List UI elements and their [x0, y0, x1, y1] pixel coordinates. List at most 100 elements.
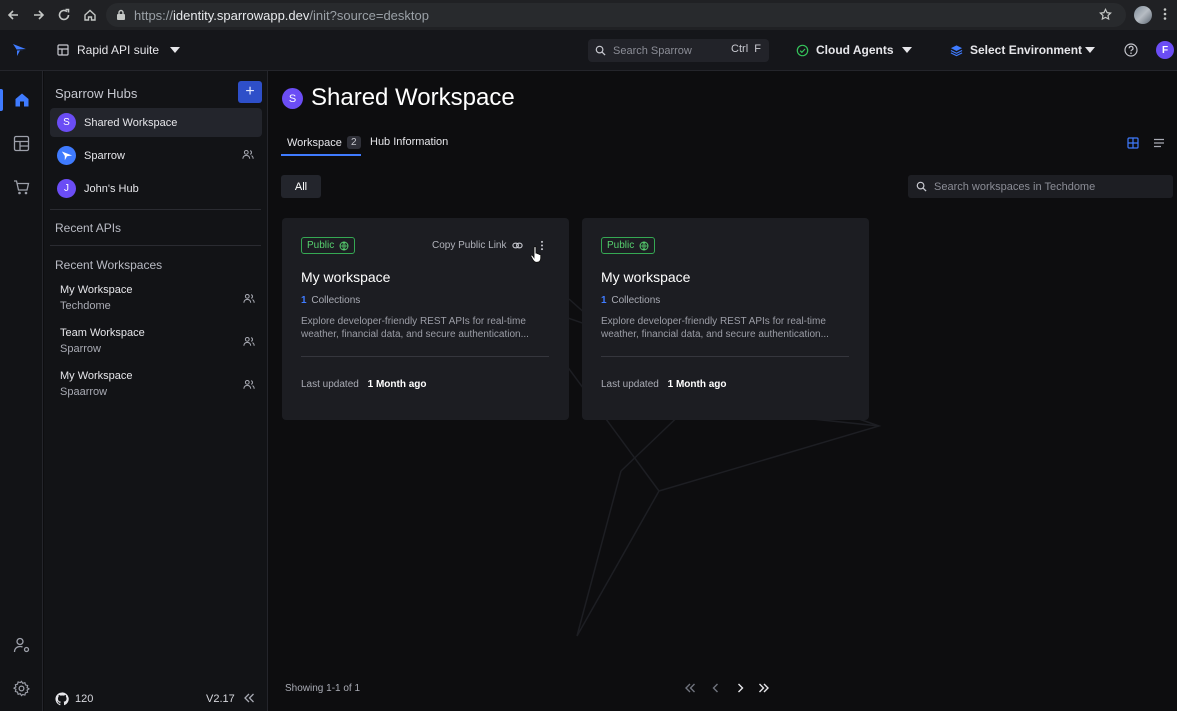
bookmark-star-icon[interactable]	[1099, 8, 1112, 21]
globe-icon	[639, 241, 649, 251]
collections-label: Collections	[611, 295, 661, 306]
public-badge-label: Public	[307, 240, 335, 251]
tab-label: Hub Information	[370, 136, 449, 148]
pagination-summary: Showing 1-1 of 1	[285, 683, 361, 694]
cart-icon	[14, 179, 30, 194]
rail-marketplace[interactable]	[0, 170, 43, 204]
main-content: S Shared Workspace Workspace 2 Hub Infor…	[269, 71, 1177, 711]
suite-icon	[57, 44, 69, 56]
add-hub-button[interactable]: +	[238, 81, 262, 103]
recent-workspace-item[interactable]: Team Workspace Sparrow	[60, 327, 260, 355]
last-page-icon[interactable]	[758, 682, 770, 694]
recent-workspace-item[interactable]: My Workspace Techdome	[60, 284, 260, 312]
environment-label: Select Environment	[970, 43, 1083, 57]
tab-hub-information[interactable]: Hub Information	[370, 136, 448, 148]
layout-grid-icon	[13, 135, 30, 151]
updated-value: 1 Month ago	[667, 379, 727, 390]
rail-settings[interactable]	[0, 671, 43, 705]
hub-label: John's Hub	[84, 182, 139, 195]
workspace-card[interactable]: Public My workspace 1 Collections Explor…	[582, 218, 869, 420]
divider	[50, 209, 261, 210]
list-view-icon[interactable]	[1153, 137, 1165, 149]
workspace-search-input[interactable]: Search workspaces in Techdome	[908, 175, 1173, 198]
people-icon	[243, 379, 255, 390]
card-collections: 1 Collections	[301, 295, 360, 306]
recent-workspace-name: Team Workspace	[60, 327, 145, 339]
suite-selector[interactable]: Rapid API suite	[57, 43, 159, 57]
browser-bar: https://identity.sparrowapp.dev/init?sou…	[0, 0, 1177, 30]
filter-all-button[interactable]: All	[281, 175, 321, 198]
environment-dropdown-caret[interactable]	[1085, 47, 1095, 53]
card-description: Explore developer-friendly REST APIs for…	[301, 316, 529, 340]
app-version: V2.17	[206, 693, 235, 705]
cloud-agents-selector[interactable]: Cloud Agents	[796, 43, 894, 57]
environment-selector[interactable]: Select Environment	[950, 43, 1082, 57]
tab-label: Workspace	[287, 136, 342, 149]
url-path: /init?source=desktop	[309, 7, 429, 23]
url-host: identity.sparrowapp.dev	[173, 7, 310, 23]
card-title: My workspace	[301, 269, 391, 285]
reload-icon[interactable]	[51, 0, 77, 30]
rail-team[interactable]	[0, 628, 43, 662]
hub-item-shared-workspace[interactable]: S Shared Workspace	[50, 108, 262, 137]
user-settings-icon	[13, 637, 29, 653]
collections-label: Collections	[311, 295, 361, 306]
recent-workspace-item[interactable]: My Workspace Spaarrow	[60, 370, 260, 398]
public-badge: Public	[301, 237, 356, 254]
sparrow-hub-logo-icon	[57, 146, 76, 165]
public-badge-label: Public	[607, 240, 635, 251]
previous-page-icon[interactable]	[710, 682, 722, 694]
divider	[301, 356, 549, 357]
github-link[interactable]: 120	[55, 692, 93, 706]
recent-workspace-name: My Workspace	[60, 370, 133, 382]
lock-icon	[116, 9, 126, 21]
recent-workspace-name: My Workspace	[60, 284, 133, 296]
copy-public-link-button[interactable]: Copy Public Link	[432, 240, 524, 251]
next-page-icon[interactable]	[734, 682, 746, 694]
updated-label: Last updated	[601, 379, 659, 390]
recent-apis-title[interactable]: Recent APIs	[55, 221, 121, 235]
hub-avatar: S	[282, 88, 303, 109]
cloud-agents-label: Cloud Agents	[816, 43, 894, 57]
help-icon[interactable]	[1124, 43, 1138, 57]
recent-workspace-hub: Sparrow	[60, 343, 101, 355]
workspace-card[interactable]: Public Copy Public Link My workspace 1 C…	[282, 218, 569, 420]
rail-home[interactable]	[0, 83, 43, 117]
collections-count: 1	[601, 295, 607, 306]
tab-workspace[interactable]: Workspace 2	[287, 136, 361, 149]
hub-sidebar: Sparrow Hubs + S Shared Workspace Sparro…	[44, 71, 268, 711]
first-page-icon[interactable]	[684, 682, 696, 694]
sparrow-logo-icon[interactable]	[12, 42, 28, 57]
hub-label: Sparrow	[84, 149, 125, 162]
hub-item-sparrow[interactable]: Sparrow	[50, 141, 262, 170]
rail-layout[interactable]	[0, 126, 43, 160]
page-title: Shared Workspace	[311, 84, 515, 111]
back-icon[interactable]	[0, 0, 26, 30]
globe-icon	[339, 241, 349, 251]
global-search-input[interactable]: Search Sparrow Ctrl F	[588, 39, 769, 62]
suite-dropdown-caret[interactable]	[170, 47, 180, 53]
collections-count: 1	[301, 295, 307, 306]
recent-workspace-hub: Spaarrow	[60, 386, 108, 398]
search-icon	[595, 45, 606, 56]
people-icon	[243, 293, 255, 304]
address-bar[interactable]: https://identity.sparrowapp.dev/init?sou…	[106, 3, 1126, 27]
hub-avatar: J	[57, 179, 76, 198]
card-updated: Last updated 1 Month ago	[601, 379, 727, 390]
browser-profile-avatar[interactable]	[1134, 6, 1152, 24]
active-tab-underline	[281, 154, 361, 156]
left-rail	[0, 71, 43, 711]
gear-icon	[13, 680, 30, 696]
hub-item-johns-hub[interactable]: J John's Hub	[50, 174, 262, 203]
grid-view-icon[interactable]	[1127, 137, 1139, 149]
collapse-sidebar-icon[interactable]	[243, 692, 255, 704]
recent-workspaces-title[interactable]: Recent Workspaces	[55, 258, 162, 272]
divider	[50, 245, 261, 246]
agents-dropdown-caret[interactable]	[902, 47, 912, 53]
check-circle-icon	[796, 44, 809, 57]
home-icon[interactable]	[77, 0, 103, 30]
forward-icon[interactable]	[26, 0, 52, 30]
user-avatar[interactable]: F	[1156, 41, 1174, 59]
people-icon	[242, 149, 254, 160]
browser-menu-icon[interactable]	[1163, 7, 1167, 21]
